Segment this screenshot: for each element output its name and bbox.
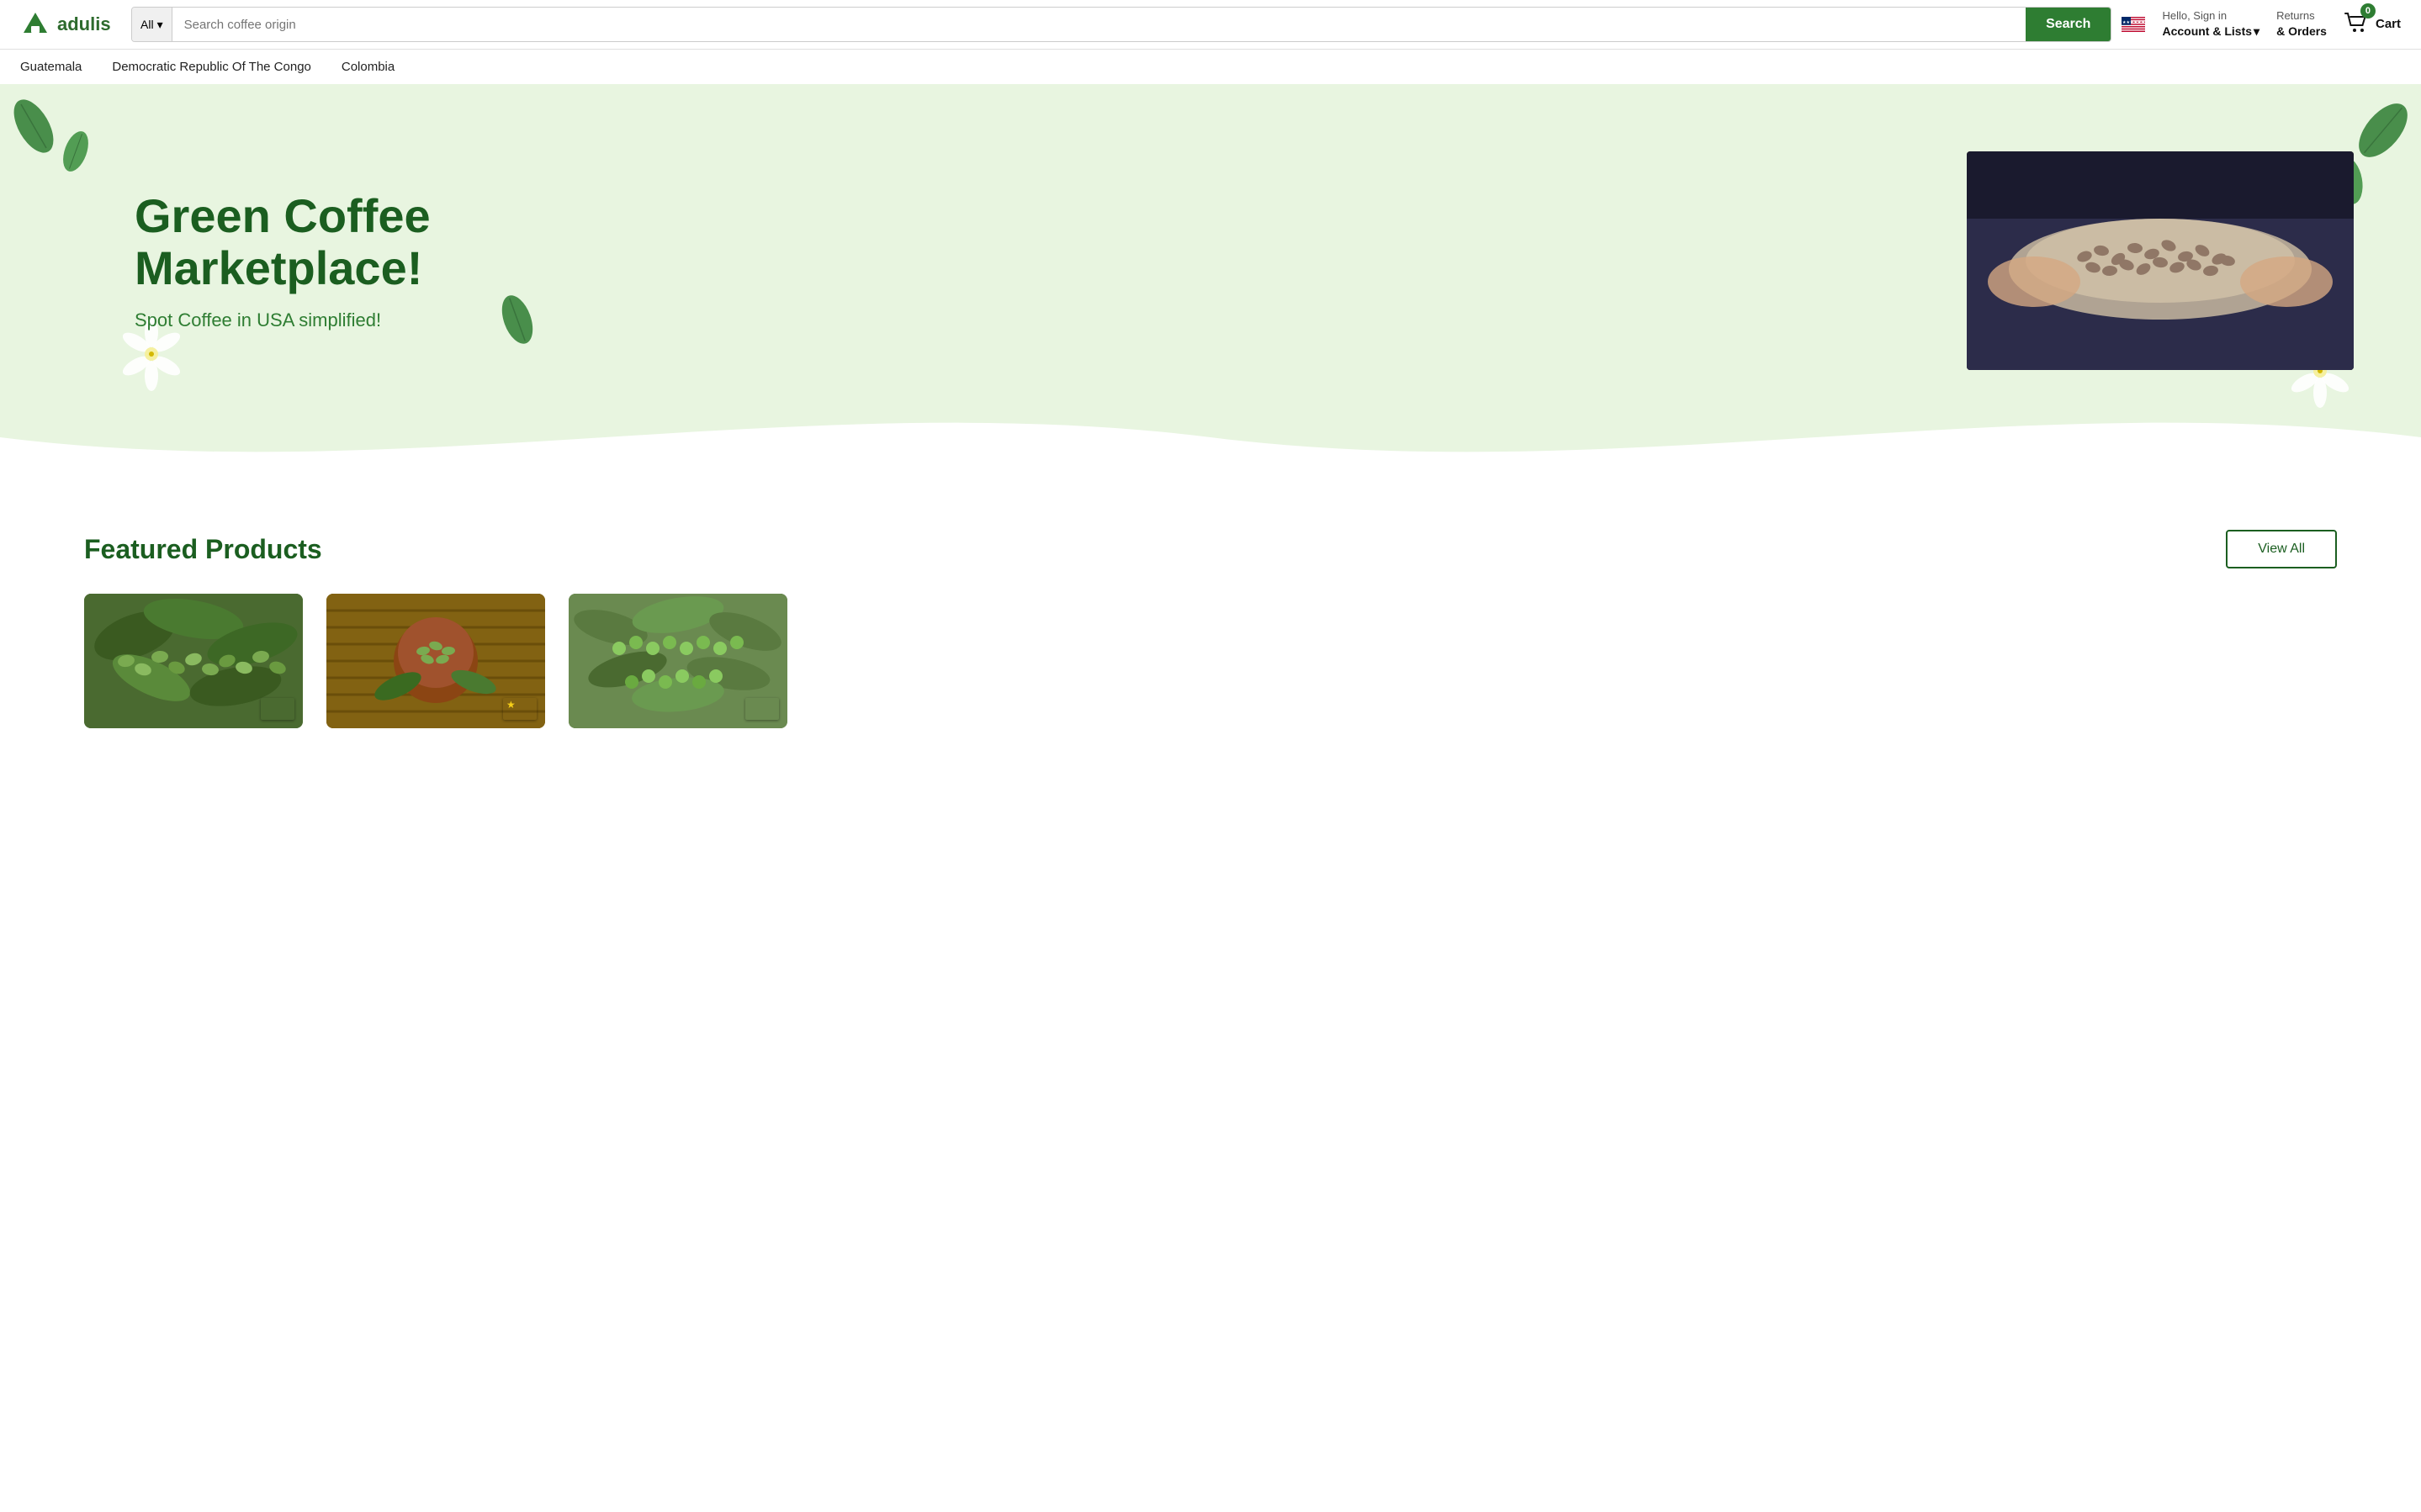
account-greeting: Hello, Sign in xyxy=(2162,9,2259,24)
search-category-label: All xyxy=(140,18,154,31)
svg-text:★★★★★★★★★: ★★★★★★★★★ xyxy=(2122,20,2145,25)
header-right: ★★★★★★★★★ Hello, Sign in Account & Lists… xyxy=(2122,9,2401,39)
logo-icon xyxy=(20,9,50,40)
product-flag-congo xyxy=(503,698,537,720)
returns-label: Returns xyxy=(2276,9,2327,24)
search-button[interactable]: Search xyxy=(2026,8,2111,41)
hero-image-inner xyxy=(1967,151,2354,370)
brand-name: adulis xyxy=(57,13,111,35)
leaf-decoration-top-left-2 xyxy=(50,126,101,181)
search-category-dropdown[interactable]: All ▾ xyxy=(132,8,172,41)
product-image-colombia xyxy=(569,594,787,728)
nav-item-guatemala[interactable]: Guatemala xyxy=(20,60,82,74)
featured-header: Featured Products View All xyxy=(84,530,2337,568)
featured-section: Featured Products View All xyxy=(0,488,2421,770)
orders-label: & Orders xyxy=(2276,24,2327,39)
product-image-congo xyxy=(326,594,545,728)
product-card-congo[interactable] xyxy=(326,594,545,728)
nav-item-colombia[interactable]: Colombia xyxy=(342,60,395,74)
hero-subtitle: Spot Coffee in USA simplified! xyxy=(135,309,538,331)
cart-icon-wrap: 0 xyxy=(2344,10,2371,38)
site-header: adulis All ▾ Search ★★★★★★★★★ xyxy=(0,0,2421,50)
products-grid xyxy=(84,594,2337,728)
cart-badge: 0 xyxy=(2360,3,2376,19)
product-flag-guatemala xyxy=(261,698,294,720)
nav-item-congo[interactable]: Democratic Republic Of The Congo xyxy=(112,60,311,74)
featured-title: Featured Products xyxy=(84,534,322,565)
logo-area[interactable]: adulis xyxy=(20,9,121,40)
product-card-guatemala[interactable] xyxy=(84,594,303,728)
view-all-button[interactable]: View All xyxy=(2226,530,2337,568)
hero-image xyxy=(1967,151,2354,370)
hero-text: Green Coffee Marketplace! Spot Coffee in… xyxy=(135,190,538,330)
account-chevron-icon: ▾ xyxy=(2254,24,2259,39)
cart-label: Cart xyxy=(2376,17,2401,31)
product-image-guatemala xyxy=(84,594,303,728)
chevron-down-icon: ▾ xyxy=(157,18,163,32)
hero-title: Green Coffee Marketplace! xyxy=(135,190,538,293)
us-flag-icon: ★★★★★★★★★ xyxy=(2122,17,2145,32)
hero-wave xyxy=(0,387,2421,488)
main-nav: Guatemala Democratic Republic Of The Con… xyxy=(0,50,2421,84)
product-flag-colombia xyxy=(745,698,779,720)
account-link-label: Account & Lists xyxy=(2162,24,2252,39)
account-area[interactable]: Hello, Sign in Account & Lists ▾ xyxy=(2162,9,2259,39)
cart-area[interactable]: 0 Cart xyxy=(2344,10,2401,38)
product-card-colombia[interactable] xyxy=(569,594,787,728)
search-bar: All ▾ Search xyxy=(131,7,2111,42)
search-input[interactable] xyxy=(172,8,2026,41)
returns-area[interactable]: Returns & Orders xyxy=(2276,9,2327,39)
account-link[interactable]: Account & Lists ▾ xyxy=(2162,24,2259,39)
hero-section: Green Coffee Marketplace! Spot Coffee in… xyxy=(0,84,2421,488)
